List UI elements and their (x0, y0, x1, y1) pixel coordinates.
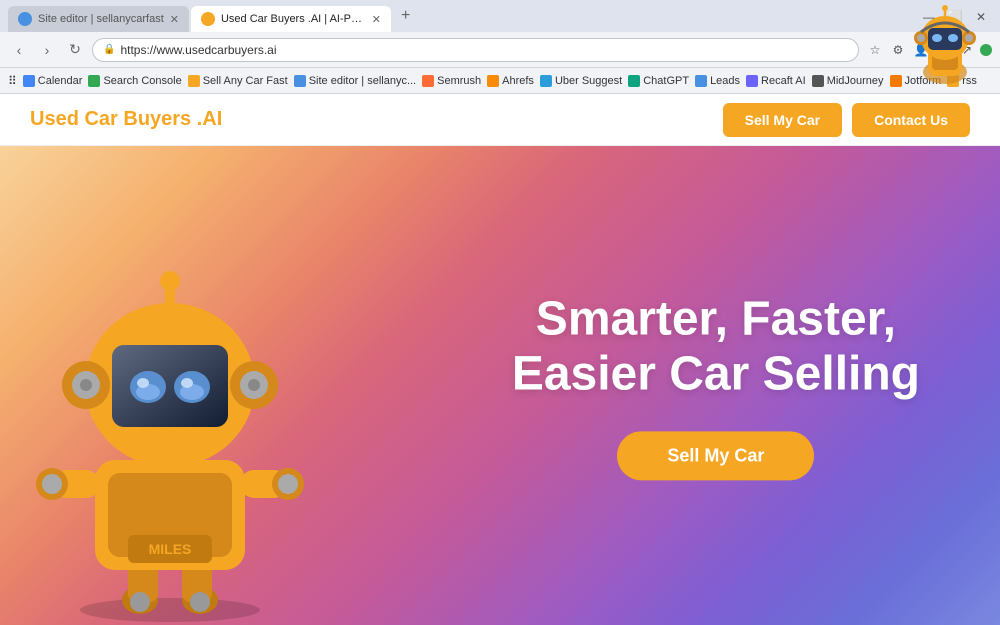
new-tab-button[interactable]: + (397, 7, 414, 25)
bookmark-favicon-sell-any-car (188, 75, 200, 87)
svg-text:MILES: MILES (149, 541, 192, 557)
robot-hero-illustration: MILES (0, 205, 340, 625)
bookmark-leads[interactable]: Leads (695, 75, 740, 87)
bookmarks-bar: ⠿ Calendar Search Console Sell Any Car F… (0, 68, 1000, 94)
bookmark-label-chatgpt: ChatGPT (643, 75, 689, 87)
hero-text-block: Smarter, Faster, Easier Car Selling Sell… (512, 291, 920, 480)
browser-window: Site editor | sellanycarfast ✕ Used Car … (0, 0, 1000, 625)
bookmark-recaft-ai[interactable]: Recaft AI (746, 75, 806, 87)
contact-us-button[interactable]: Contact Us (852, 103, 970, 137)
address-text: https://www.usedcarbuyers.ai (120, 43, 276, 57)
bookmark-favicon-semrush (422, 75, 434, 87)
lock-icon: 🔒 (103, 44, 115, 55)
bookmark-favicon-ahrefs (487, 75, 499, 87)
bookmark-chatgpt[interactable]: ChatGPT (628, 75, 689, 87)
hero-headline-line1: Smarter, Faster, (536, 292, 896, 345)
bookmark-midjourney[interactable]: MidJourney (812, 75, 884, 87)
tab-close-site-editor[interactable]: ✕ (170, 13, 179, 26)
hero-headline: Smarter, Faster, Easier Car Selling (512, 291, 920, 401)
bookmark-label-semrush: Semrush (437, 75, 481, 87)
bookmark-label-recaft-ai: Recaft AI (761, 75, 806, 87)
bookmark-favicon-leads (695, 75, 707, 87)
bookmark-favicon-site-editor (294, 75, 306, 87)
bookmark-label-leads: Leads (710, 75, 740, 87)
bookmark-label-search-console: Search Console (103, 75, 181, 87)
website-content: Used Car Buyers .AI Sell My Car Contact … (0, 94, 1000, 625)
bookmark-favicon-chatgpt (628, 75, 640, 87)
bookmark-favicon-midjourney (812, 75, 824, 87)
bookmark-semrush[interactable]: Semrush (422, 75, 481, 87)
bookmark-calendar[interactable]: Calendar (23, 75, 83, 87)
bookmark-label-site-editor: Site editor | sellanyc... (309, 75, 416, 87)
tab-label-site-editor: Site editor | sellanycarfast (38, 13, 164, 25)
bookmark-label-ahrefs: Ahrefs (502, 75, 534, 87)
bookmark-label-uber-suggest: Uber Suggest (555, 75, 622, 87)
bookmark-site-editor[interactable]: Site editor | sellanyc... (294, 75, 416, 87)
robot-corner-decoration (890, 0, 1000, 90)
bookmark-favicon-uber-suggest (540, 75, 552, 87)
bookmark-label-calendar: Calendar (38, 75, 83, 87)
bookmark-favicon-calendar (23, 75, 35, 87)
bookmark-apps[interactable]: ⠿ (8, 74, 17, 88)
reload-button[interactable]: ↻ (64, 39, 86, 61)
bookmark-sell-any-car[interactable]: Sell Any Car Fast (188, 75, 288, 87)
bookmark-search-console[interactable]: Search Console (88, 75, 181, 87)
tab-favicon-used-car (201, 12, 215, 26)
bookmark-star-button[interactable]: ☆ (865, 40, 885, 60)
header-buttons: Sell My Car Contact Us (723, 103, 970, 137)
sell-my-car-header-button[interactable]: Sell My Car (723, 103, 842, 137)
hero-section: MILES (0, 146, 1000, 625)
tab-site-editor[interactable]: Site editor | sellanycarfast ✕ (8, 6, 189, 32)
site-logo: Used Car Buyers .AI (30, 108, 222, 131)
hero-sell-my-car-button[interactable]: Sell My Car (617, 431, 814, 480)
address-bar[interactable]: 🔒 https://www.usedcarbuyers.ai (92, 38, 859, 62)
bookmark-label-midjourney: MidJourney (827, 75, 884, 87)
bookmark-favicon-recaft-ai (746, 75, 758, 87)
bookmark-ahrefs[interactable]: Ahrefs (487, 75, 534, 87)
hero-headline-line2: Easier Car Selling (512, 347, 920, 400)
browser-titlebar: Site editor | sellanycarfast ✕ Used Car … (0, 0, 1000, 32)
tab-label-used-car: Used Car Buyers .AI | AI-Powe... (221, 13, 366, 25)
bookmark-label-sell-any-car: Sell Any Car Fast (203, 75, 288, 87)
tab-close-used-car[interactable]: ✕ (372, 13, 381, 26)
back-button[interactable]: ‹ (8, 39, 30, 61)
tab-favicon-site-editor (18, 12, 32, 26)
browser-toolbar: ‹ › ↻ 🔒 https://www.usedcarbuyers.ai ☆ ⚙… (0, 32, 1000, 68)
forward-button[interactable]: › (36, 39, 58, 61)
tab-used-car[interactable]: Used Car Buyers .AI | AI-Powe... ✕ (191, 6, 391, 32)
bookmark-favicon-search-console (88, 75, 100, 87)
bookmark-uber-suggest[interactable]: Uber Suggest (540, 75, 622, 87)
site-header: Used Car Buyers .AI Sell My Car Contact … (0, 94, 1000, 146)
